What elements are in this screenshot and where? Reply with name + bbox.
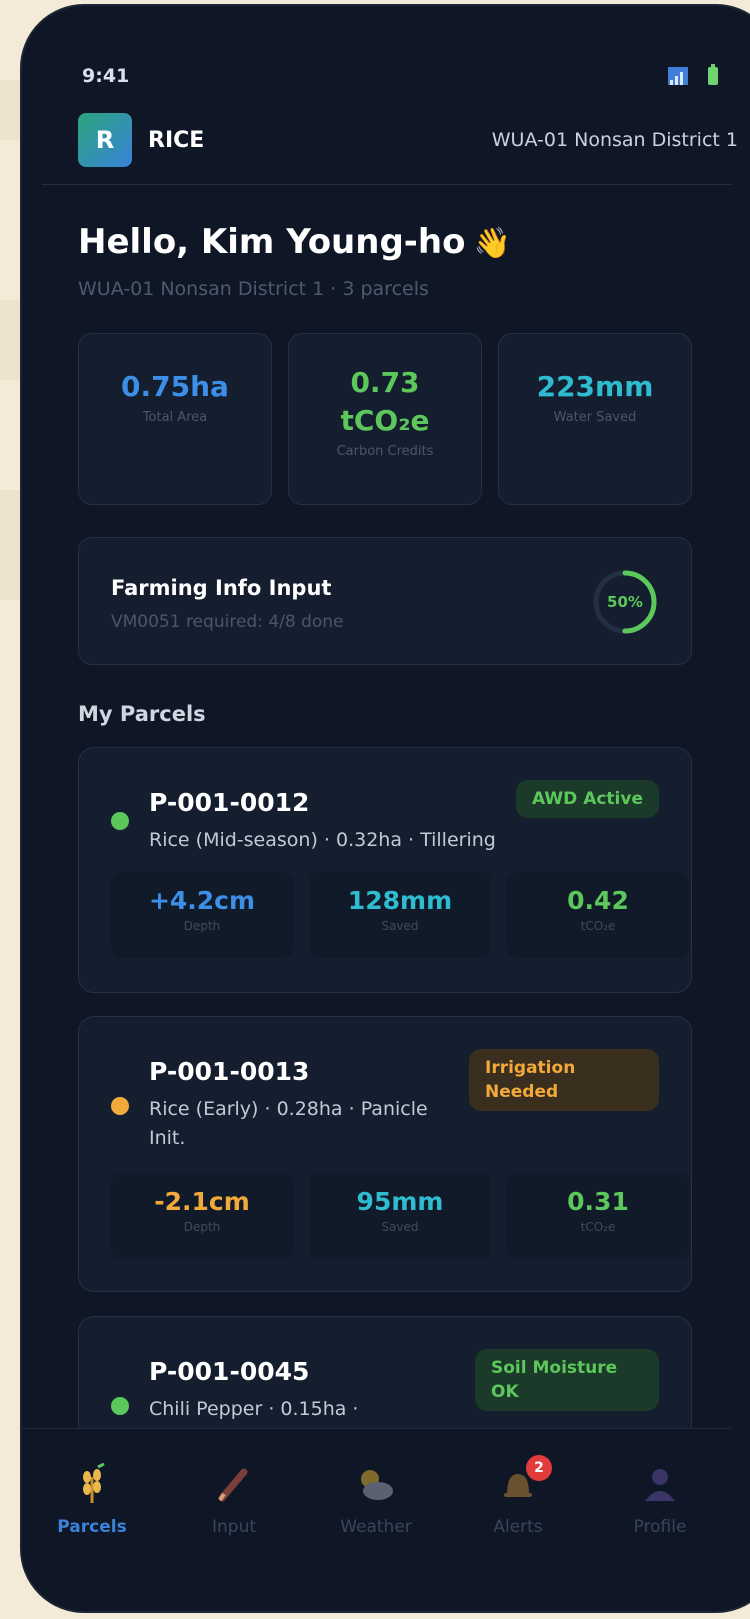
parcel-id: P-001-0045 (149, 1357, 310, 1386)
parcel-desc: Chili Pepper · 0.15ha · (149, 1398, 359, 1420)
app-name: RICE (148, 127, 205, 153)
status-badge: Soil Moisture OK (475, 1349, 659, 1411)
farming-info-card[interactable]: Farming Info Input VM0051 required: 4/8 … (78, 537, 692, 665)
metric-label: Saved (381, 1220, 419, 1234)
nav-item-input[interactable]: Input (174, 1459, 294, 1537)
alert-count-badge: 2 (526, 1455, 552, 1481)
stat-water-saved: 223mm Water Saved (498, 333, 692, 505)
status-time: 9:41 (82, 65, 130, 87)
parcel-card-p-001-0012[interactable]: P-001-0012 Rice (Mid-season) · 0.32ha · … (78, 747, 692, 993)
metric-label: Saved (381, 919, 419, 933)
status-badge: Irrigation Needed (469, 1049, 659, 1111)
phone-frame: 9:41 R RICE WUA-01 Nonsan District 1 Hel… (20, 4, 750, 1613)
farming-info-title: Farming Info Input (111, 576, 332, 600)
metric-value: +4.2cm (148, 886, 256, 915)
nav-label: Weather (340, 1517, 412, 1537)
nav-label: Alerts (493, 1517, 543, 1537)
nav-item-weather[interactable]: Weather (316, 1459, 436, 1537)
metric-carbon: 0.31 tCO₂e (507, 1173, 689, 1259)
battery-icon (708, 64, 718, 85)
wheat-icon (32, 1459, 152, 1509)
district-selector[interactable]: WUA-01 Nonsan District 1 (492, 129, 738, 151)
parcel-desc: Rice (Mid-season) · 0.32ha · Tillering (149, 829, 496, 851)
progress-label: 50% (607, 593, 643, 611)
app-screen: 9:41 R RICE WUA-01 Nonsan District 1 Hel… (22, 6, 738, 1611)
app-logo[interactable]: R (78, 113, 132, 167)
metric-value: 0.31 (567, 1187, 629, 1216)
pencil-icon (174, 1459, 294, 1509)
stat-total-area: 0.75ha Total Area (78, 333, 272, 505)
metric-saved: 128mm Saved (309, 872, 491, 958)
section-title: My Parcels (78, 702, 206, 726)
metric-depth: -2.1cm Depth (111, 1173, 293, 1259)
metric-label: tCO₂e (580, 1220, 616, 1234)
summary-stats: 0.75ha Total Area 0.73 tCO₂e Carbon Cred… (78, 333, 692, 505)
metric-depth: +4.2cm Depth (111, 872, 293, 958)
parcel-id: P-001-0013 (149, 1057, 310, 1086)
parcel-card-p-001-0013[interactable]: P-001-0013 Rice (Early) · 0.28ha · Panic… (78, 1016, 692, 1292)
stat-value: 0.73 (350, 366, 420, 399)
metric-value: 0.42 (567, 886, 629, 915)
nav-label: Profile (633, 1517, 687, 1537)
nav-item-parcels[interactable]: Parcels (32, 1459, 152, 1537)
parcel-metrics: +4.2cm Depth 128mm Saved 0.42 tCO₂e (111, 872, 689, 958)
metric-value: 128mm (347, 886, 453, 915)
farming-info-subtitle: VM0051 required: 4/8 done (111, 612, 344, 632)
stat-carbon-credits: 0.73 tCO₂e Carbon Credits (288, 333, 482, 505)
parcel-desc: Rice (Early) · 0.28ha · Panicle Init. (149, 1098, 428, 1149)
status-dot (111, 1097, 129, 1115)
wave-icon: 👋 (473, 226, 511, 261)
metric-label: Depth (183, 919, 221, 933)
nav-label: Input (211, 1517, 257, 1537)
header-divider (42, 184, 732, 185)
stat-value: 223mm (536, 370, 654, 403)
stat-label: Total Area (142, 410, 208, 425)
nav-item-profile[interactable]: Profile (600, 1459, 720, 1537)
status-bar: 9:41 (82, 56, 732, 96)
metric-value: 95mm (356, 1187, 444, 1216)
app-header: R RICE WUA-01 Nonsan District 1 (78, 112, 738, 168)
status-dot (111, 1397, 129, 1415)
greeting-text: Hello, Kim Young-ho (78, 222, 466, 262)
stat-value: 0.75ha (121, 370, 229, 403)
status-badge: AWD Active (516, 780, 659, 818)
status-dot (111, 812, 129, 830)
stat-label: Carbon Credits (336, 444, 434, 459)
metric-label: tCO₂e (580, 919, 616, 933)
metric-carbon: 0.42 tCO₂e (507, 872, 689, 958)
nav-item-alerts[interactable]: 2 Alerts (458, 1455, 578, 1537)
bell-icon: 2 (458, 1455, 578, 1509)
metric-saved: 95mm Saved (309, 1173, 491, 1259)
greeting-subtitle: WUA-01 Nonsan District 1 · 3 parcels (78, 278, 429, 300)
nav-label: Parcels (57, 1517, 127, 1537)
stat-label: Water Saved (553, 410, 637, 425)
signal-icon (668, 67, 688, 85)
bottom-nav: Parcels Input Weather 2 Alerts Profile (22, 1428, 732, 1611)
stat-value-unit: tCO₂e (340, 404, 430, 437)
greeting-title: Hello, Kim Young-ho 👋 (78, 222, 511, 262)
parcel-metrics: -2.1cm Depth 95mm Saved 0.31 tCO₂e (111, 1173, 689, 1259)
parcel-id: P-001-0012 (149, 788, 310, 817)
metric-label: Depth (183, 1220, 221, 1234)
metric-value: -2.1cm (154, 1187, 250, 1216)
cloud-sun-icon (316, 1459, 436, 1509)
user-icon (600, 1459, 720, 1509)
